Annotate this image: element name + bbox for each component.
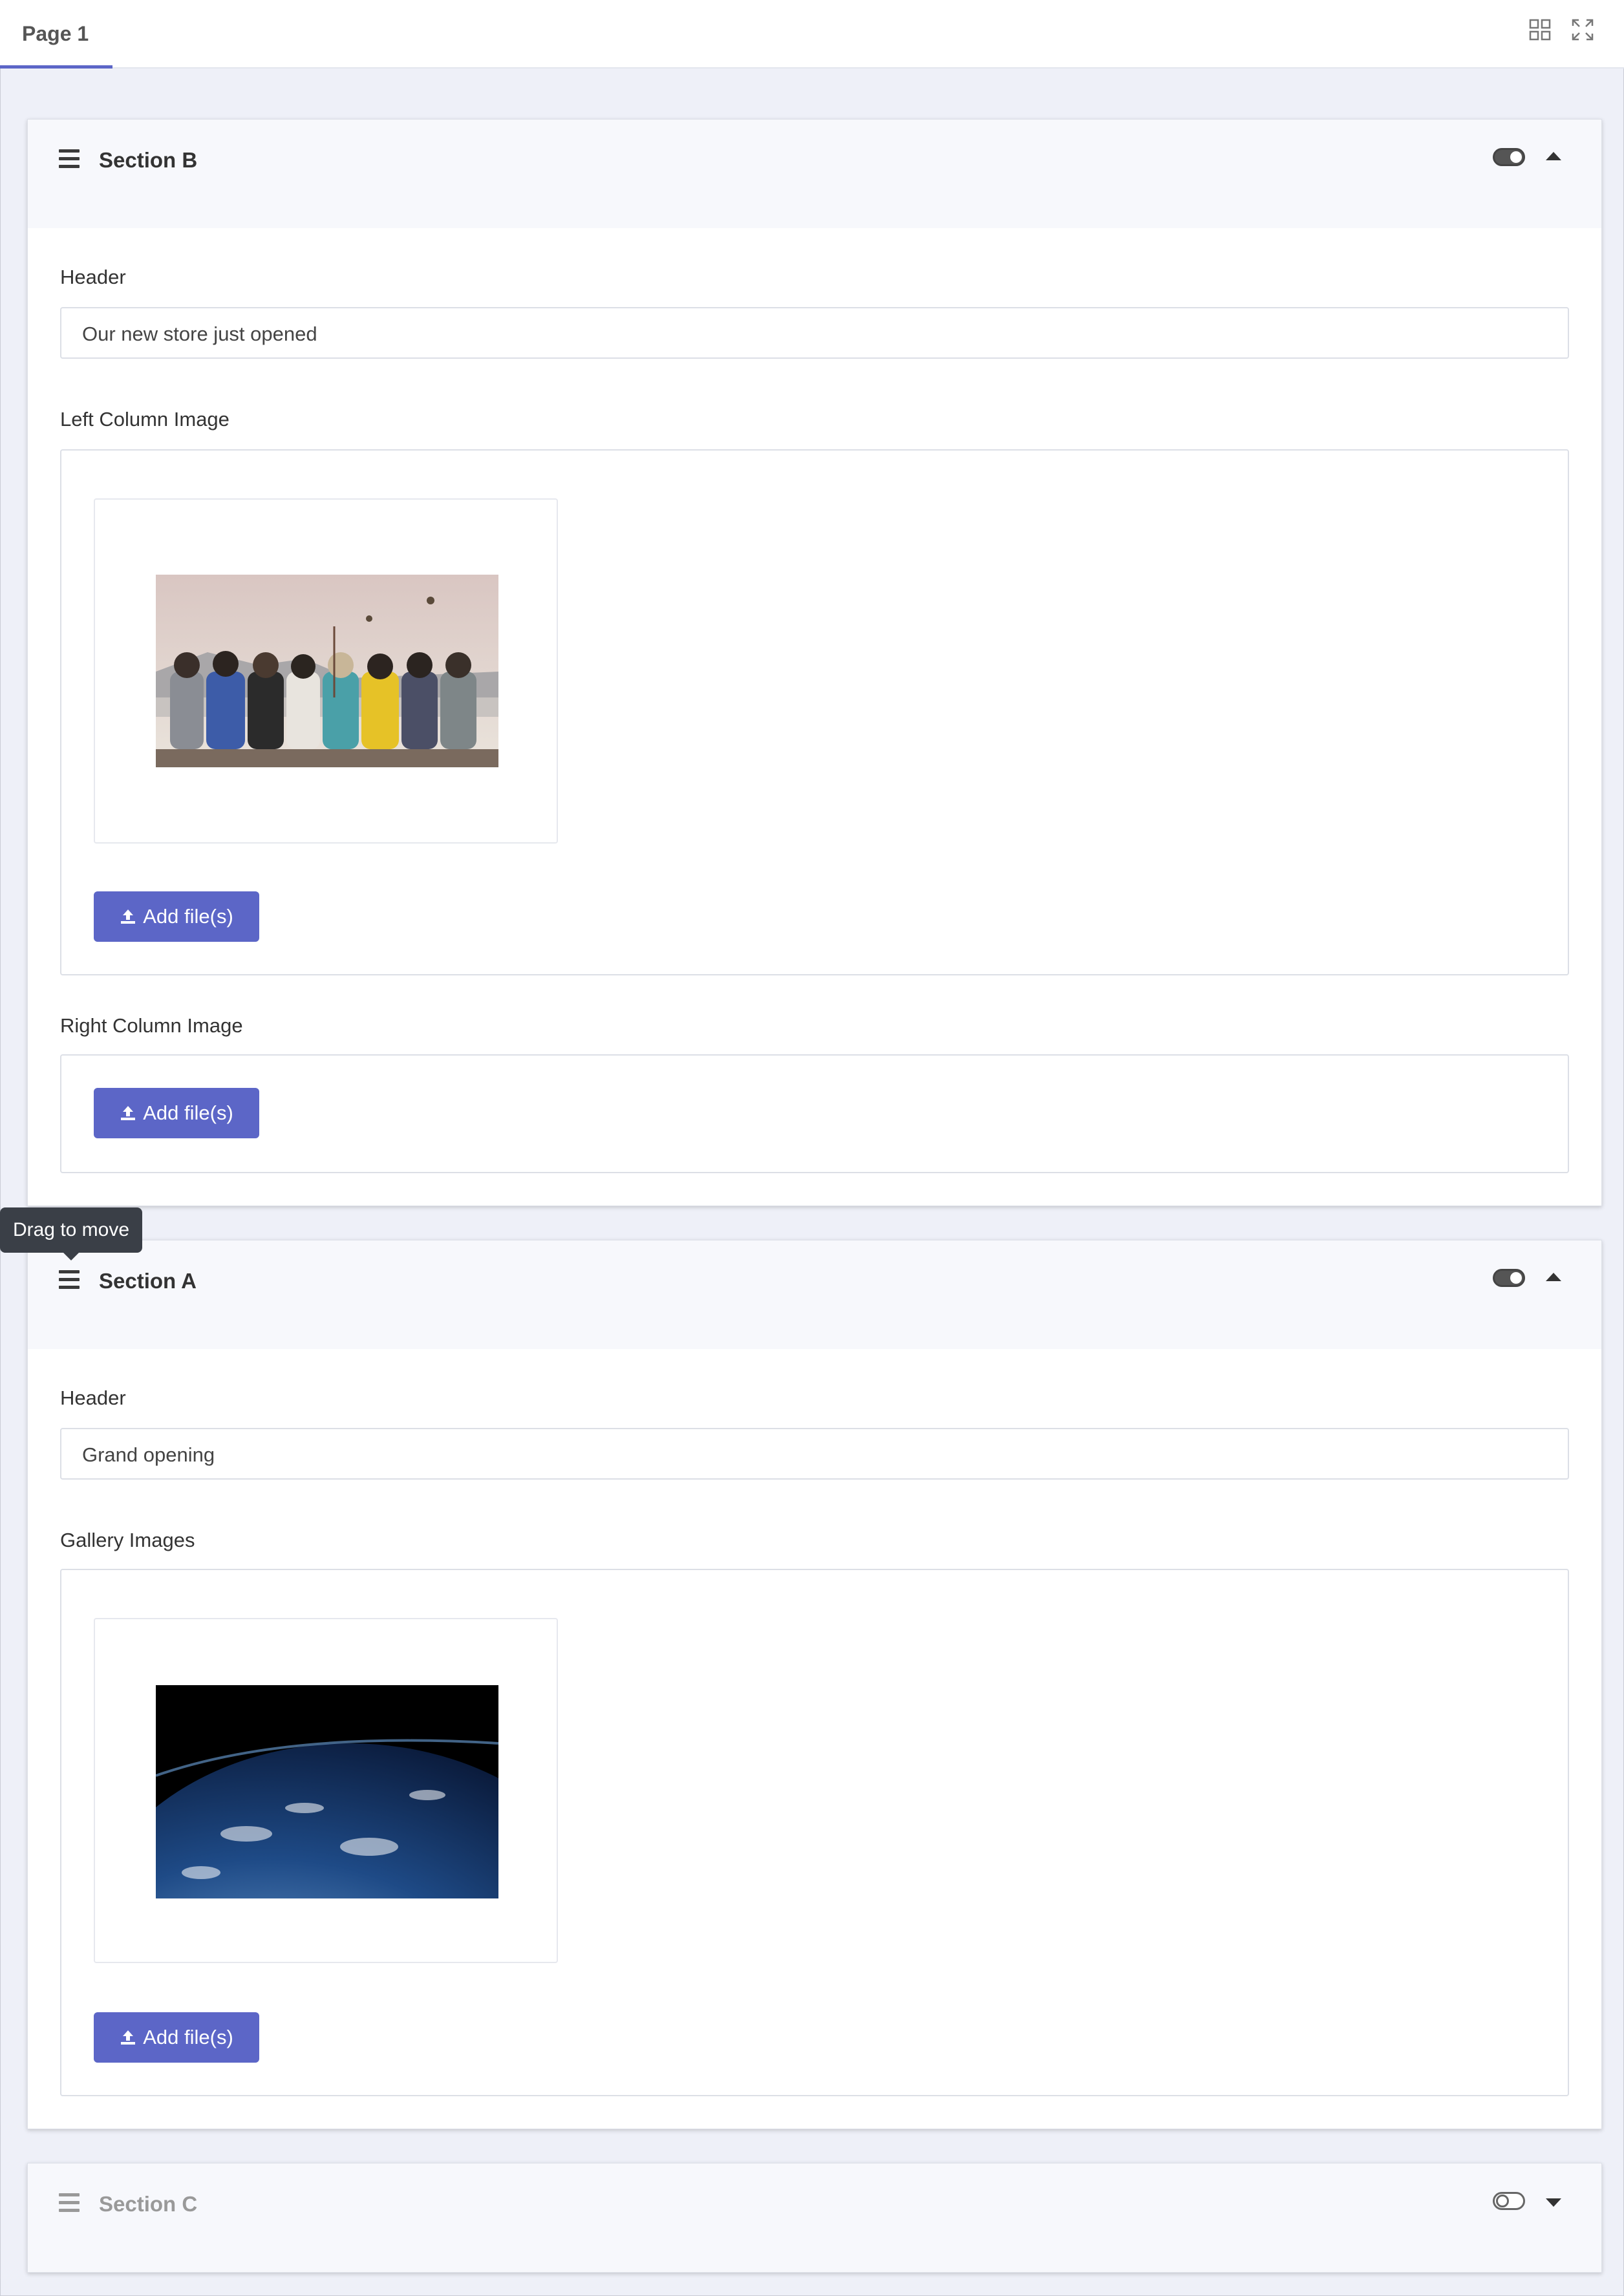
header-label: Header <box>60 1387 126 1409</box>
earth-photo-image <box>156 1685 498 1898</box>
header-input[interactable]: Grand opening <box>60 1428 1569 1480</box>
drag-handle-icon[interactable] <box>59 1270 80 1290</box>
left-column-image-field: Add file(s) <box>60 449 1569 975</box>
header-label: Header <box>60 266 126 288</box>
collapse-caret-icon[interactable] <box>1546 152 1561 160</box>
header-input[interactable]: Our new store just opened <box>60 307 1569 359</box>
section-header: Section C <box>28 2163 1601 2272</box>
right-column-image-field: Add file(s) <box>60 1054 1569 1173</box>
grid-icon[interactable] <box>1528 18 1552 41</box>
left-column-image-label: Left Column Image <box>60 408 230 430</box>
section-header: Section A <box>28 1240 1601 1349</box>
section-title: Section A <box>99 1269 197 1293</box>
add-files-label: Add file(s) <box>143 905 233 928</box>
section-toggle[interactable] <box>1493 148 1525 166</box>
section-header: Section B <box>28 120 1601 228</box>
upload-icon <box>121 1106 136 1120</box>
add-files-button[interactable]: Add file(s) <box>94 2012 259 2063</box>
drag-handle-icon[interactable] <box>59 149 80 169</box>
tab-page-1[interactable]: Page 1 <box>0 0 112 69</box>
add-files-label: Add file(s) <box>143 1101 233 1124</box>
gallery-images-field: Add file(s) <box>60 1569 1569 2096</box>
add-files-button[interactable]: Add file(s) <box>94 891 259 942</box>
image-thumbnail[interactable] <box>94 498 558 844</box>
section-title: Section C <box>99 2192 198 2216</box>
top-bar: Page 1 <box>0 0 1624 69</box>
active-tab-indicator <box>0 65 112 69</box>
drag-handle-icon[interactable] <box>59 2193 80 2213</box>
add-files-button[interactable]: Add file(s) <box>94 1088 259 1138</box>
section-card-b: Section B Header Our new store just open… <box>27 119 1602 1206</box>
section-card-a: Section A Header Grand opening Gallery I… <box>27 1240 1602 2129</box>
upload-icon <box>121 909 136 924</box>
drag-tooltip: Drag to move <box>0 1207 142 1260</box>
image-thumbnail[interactable] <box>94 1618 558 1963</box>
add-files-label: Add file(s) <box>143 2026 233 2048</box>
collapse-caret-icon[interactable] <box>1546 1273 1561 1281</box>
expand-caret-icon[interactable] <box>1546 2198 1561 2207</box>
gallery-images-label: Gallery Images <box>60 1529 195 1551</box>
section-card-c: Section C <box>27 2163 1602 2273</box>
section-title: Section B <box>99 148 198 172</box>
section-toggle[interactable] <box>1493 2192 1525 2210</box>
right-column-image-label: Right Column Image <box>60 1014 243 1037</box>
tab-label: Page 1 <box>22 22 89 45</box>
section-toggle[interactable] <box>1493 1269 1525 1287</box>
expand-icon[interactable] <box>1571 18 1594 41</box>
friends-photo-image <box>156 575 498 767</box>
upload-icon <box>121 2030 136 2045</box>
